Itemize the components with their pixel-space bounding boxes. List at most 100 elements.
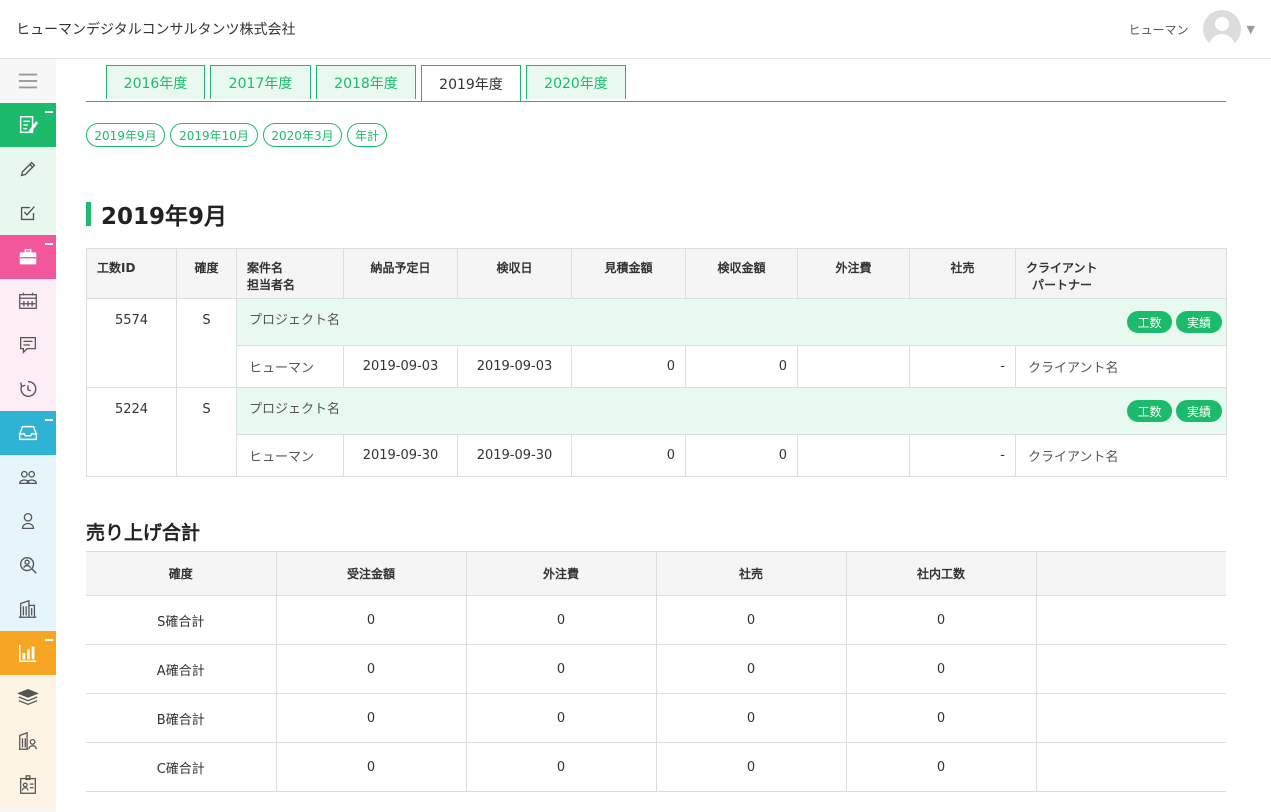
hours-badge-button[interactable]: 工数 bbox=[1127, 311, 1172, 333]
month-pill-2019-09[interactable]: 2019年9月 bbox=[86, 123, 165, 147]
cell-client: クライアント名 bbox=[1015, 345, 1227, 388]
col-header-project-line2: 担当者名 bbox=[247, 278, 296, 292]
sidebar-item-project-group[interactable] bbox=[0, 235, 56, 279]
cell-estimate: 0 bbox=[571, 345, 686, 388]
tab-2019[interactable]: 2019年度 bbox=[421, 65, 521, 101]
cell-outsourcing bbox=[797, 345, 910, 388]
summary-empty-cell bbox=[1036, 742, 1226, 792]
sidebar-item-building[interactable] bbox=[0, 587, 56, 631]
col-header-delivery: 納品予定日 bbox=[343, 248, 458, 299]
summary-label: A確合計 bbox=[86, 644, 277, 694]
col-header-project-line1: 案件名 bbox=[247, 261, 284, 275]
summary-row: B確合計 0 0 0 0 bbox=[86, 693, 1226, 743]
collapse-minus-icon bbox=[45, 243, 53, 245]
summary-header-certainty: 確度 bbox=[86, 551, 277, 596]
pencil-icon bbox=[20, 161, 36, 177]
summary-value: 0 bbox=[846, 595, 1037, 645]
summary-row: A確合計 0 0 0 0 bbox=[86, 644, 1226, 694]
calendar-icon bbox=[19, 292, 37, 309]
table-subrow: ヒューマン 2019-09-03 2019-09-03 0 0 - クライアント… bbox=[87, 345, 1227, 388]
cell-inspected-amount: 0 bbox=[685, 434, 798, 477]
table-subrow: ヒューマン 2019-09-30 2019-09-30 0 0 - クライアント… bbox=[87, 434, 1227, 477]
sidebar-item-id-card[interactable] bbox=[0, 763, 56, 807]
sidebar-item-building-user[interactable] bbox=[0, 719, 56, 763]
caret-down-icon[interactable]: ▼ bbox=[1247, 23, 1255, 36]
summary-title: 売り上げ合計 bbox=[86, 522, 201, 544]
cell-outsourcing bbox=[797, 434, 910, 477]
tab-2017[interactable]: 2017年度 bbox=[210, 65, 311, 99]
table-row: 5574 S プロジェクト名 工数 実績 bbox=[86, 298, 1227, 388]
sidebar-item-person[interactable] bbox=[0, 499, 56, 543]
summary-header-outsourcing: 外注費 bbox=[466, 551, 657, 596]
user-search-icon bbox=[19, 556, 37, 574]
cell-estimate: 0 bbox=[571, 434, 686, 477]
project-name[interactable]: プロジェクト名 bbox=[249, 402, 340, 417]
briefcase-icon bbox=[19, 248, 37, 265]
summary-empty-cell bbox=[1036, 595, 1226, 645]
hours-badge-button[interactable]: 工数 bbox=[1127, 400, 1172, 422]
inbox-icon bbox=[19, 425, 37, 441]
cell-id: 5574 bbox=[86, 298, 177, 388]
table-row: 5224 S プロジェクト名 工数 実績 bbox=[86, 387, 1227, 477]
sidebar-item-check[interactable] bbox=[0, 191, 56, 235]
sidebar-item-inbox-group[interactable] bbox=[0, 411, 56, 455]
sidebar-item-timer[interactable] bbox=[0, 367, 56, 411]
cell-client: クライアント名 bbox=[1015, 434, 1227, 477]
sidebar-item-message[interactable] bbox=[0, 323, 56, 367]
cell-certainty: S bbox=[176, 387, 237, 477]
top-bar: ヒューマンデジタルコンサルタンツ株式会社 ヒューマン ▼ bbox=[0, 0, 1271, 59]
month-pill-annual[interactable]: 年計 bbox=[347, 123, 387, 147]
col-header-client-line2: パートナー bbox=[1032, 278, 1093, 292]
cell-certainty: S bbox=[176, 298, 237, 388]
results-badge-button[interactable]: 実績 bbox=[1176, 400, 1222, 422]
summary-value: 0 bbox=[656, 693, 847, 743]
work-hours-table: 工数ID 確度 案件名 担当者名 納品予定日 検収日 見積金額 検収金額 外注費 … bbox=[86, 248, 1227, 477]
sidebar-item-groups[interactable] bbox=[0, 455, 56, 499]
cell-internal: - bbox=[909, 345, 1016, 388]
cell-internal: - bbox=[909, 434, 1016, 477]
summary-value: 0 bbox=[466, 693, 657, 743]
summary-value: 0 bbox=[276, 742, 467, 792]
summary-value: 0 bbox=[466, 644, 657, 694]
project-name[interactable]: プロジェクト名 bbox=[249, 313, 340, 328]
summary-value: 0 bbox=[656, 742, 847, 792]
summary-value: 0 bbox=[276, 644, 467, 694]
cell-delivery: 2019-09-30 bbox=[343, 434, 458, 477]
results-badge-button[interactable]: 実績 bbox=[1176, 311, 1222, 333]
summary-header-order-amount: 受注金額 bbox=[276, 551, 467, 596]
month-pill-2020-03[interactable]: 2020年3月 bbox=[263, 123, 342, 147]
sidebar-item-layers[interactable] bbox=[0, 675, 56, 719]
month-pill-2019-10[interactable]: 2019年10月 bbox=[170, 123, 258, 147]
summary-value: 0 bbox=[656, 644, 847, 694]
section-heading: 2019年9月 bbox=[86, 200, 227, 230]
summary-row: S確合計 0 0 0 0 bbox=[86, 595, 1226, 645]
col-header-inspected-amount: 検収金額 bbox=[685, 248, 798, 299]
company-name: ヒューマンデジタルコンサルタンツ株式会社 bbox=[16, 22, 296, 38]
summary-value: 0 bbox=[466, 595, 657, 645]
cell-project: プロジェクト名 工数 実績 bbox=[236, 387, 1227, 435]
summary-label: B確合計 bbox=[86, 693, 277, 743]
col-header-id: 工数ID bbox=[86, 248, 177, 299]
menu-toggle[interactable] bbox=[0, 59, 56, 103]
col-header-certainty: 確度 bbox=[176, 248, 237, 299]
tab-2020[interactable]: 2020年度 bbox=[526, 65, 626, 99]
col-header-project: 案件名 担当者名 bbox=[236, 248, 344, 299]
summary-header-empty bbox=[1036, 551, 1226, 596]
user-menu[interactable]: ヒューマン ▼ bbox=[1129, 10, 1255, 48]
sales-summary-table: 確度 受注金額 外注費 社売 社内工数 S確合計 0 0 0 0 A確合計 0 … bbox=[86, 551, 1226, 792]
sidebar-item-calendar[interactable] bbox=[0, 279, 56, 323]
heading-accent-bar bbox=[86, 202, 91, 226]
sidebar-item-analytics-group[interactable] bbox=[0, 631, 56, 675]
collapse-minus-icon bbox=[45, 111, 53, 113]
tab-2016[interactable]: 2016年度 bbox=[106, 65, 205, 99]
sidebar-item-report-group[interactable] bbox=[0, 103, 56, 147]
collapse-minus-icon bbox=[45, 419, 53, 421]
summary-value: 0 bbox=[276, 693, 467, 743]
avatar[interactable] bbox=[1202, 10, 1241, 48]
user-name[interactable]: ヒューマン bbox=[1129, 21, 1189, 38]
sidebar-item-edit[interactable] bbox=[0, 147, 56, 191]
summary-value: 0 bbox=[846, 693, 1037, 743]
tab-2018[interactable]: 2018年度 bbox=[316, 65, 416, 99]
sidebar-item-user-search[interactable] bbox=[0, 543, 56, 587]
cell-inspection: 2019-09-30 bbox=[457, 434, 572, 477]
